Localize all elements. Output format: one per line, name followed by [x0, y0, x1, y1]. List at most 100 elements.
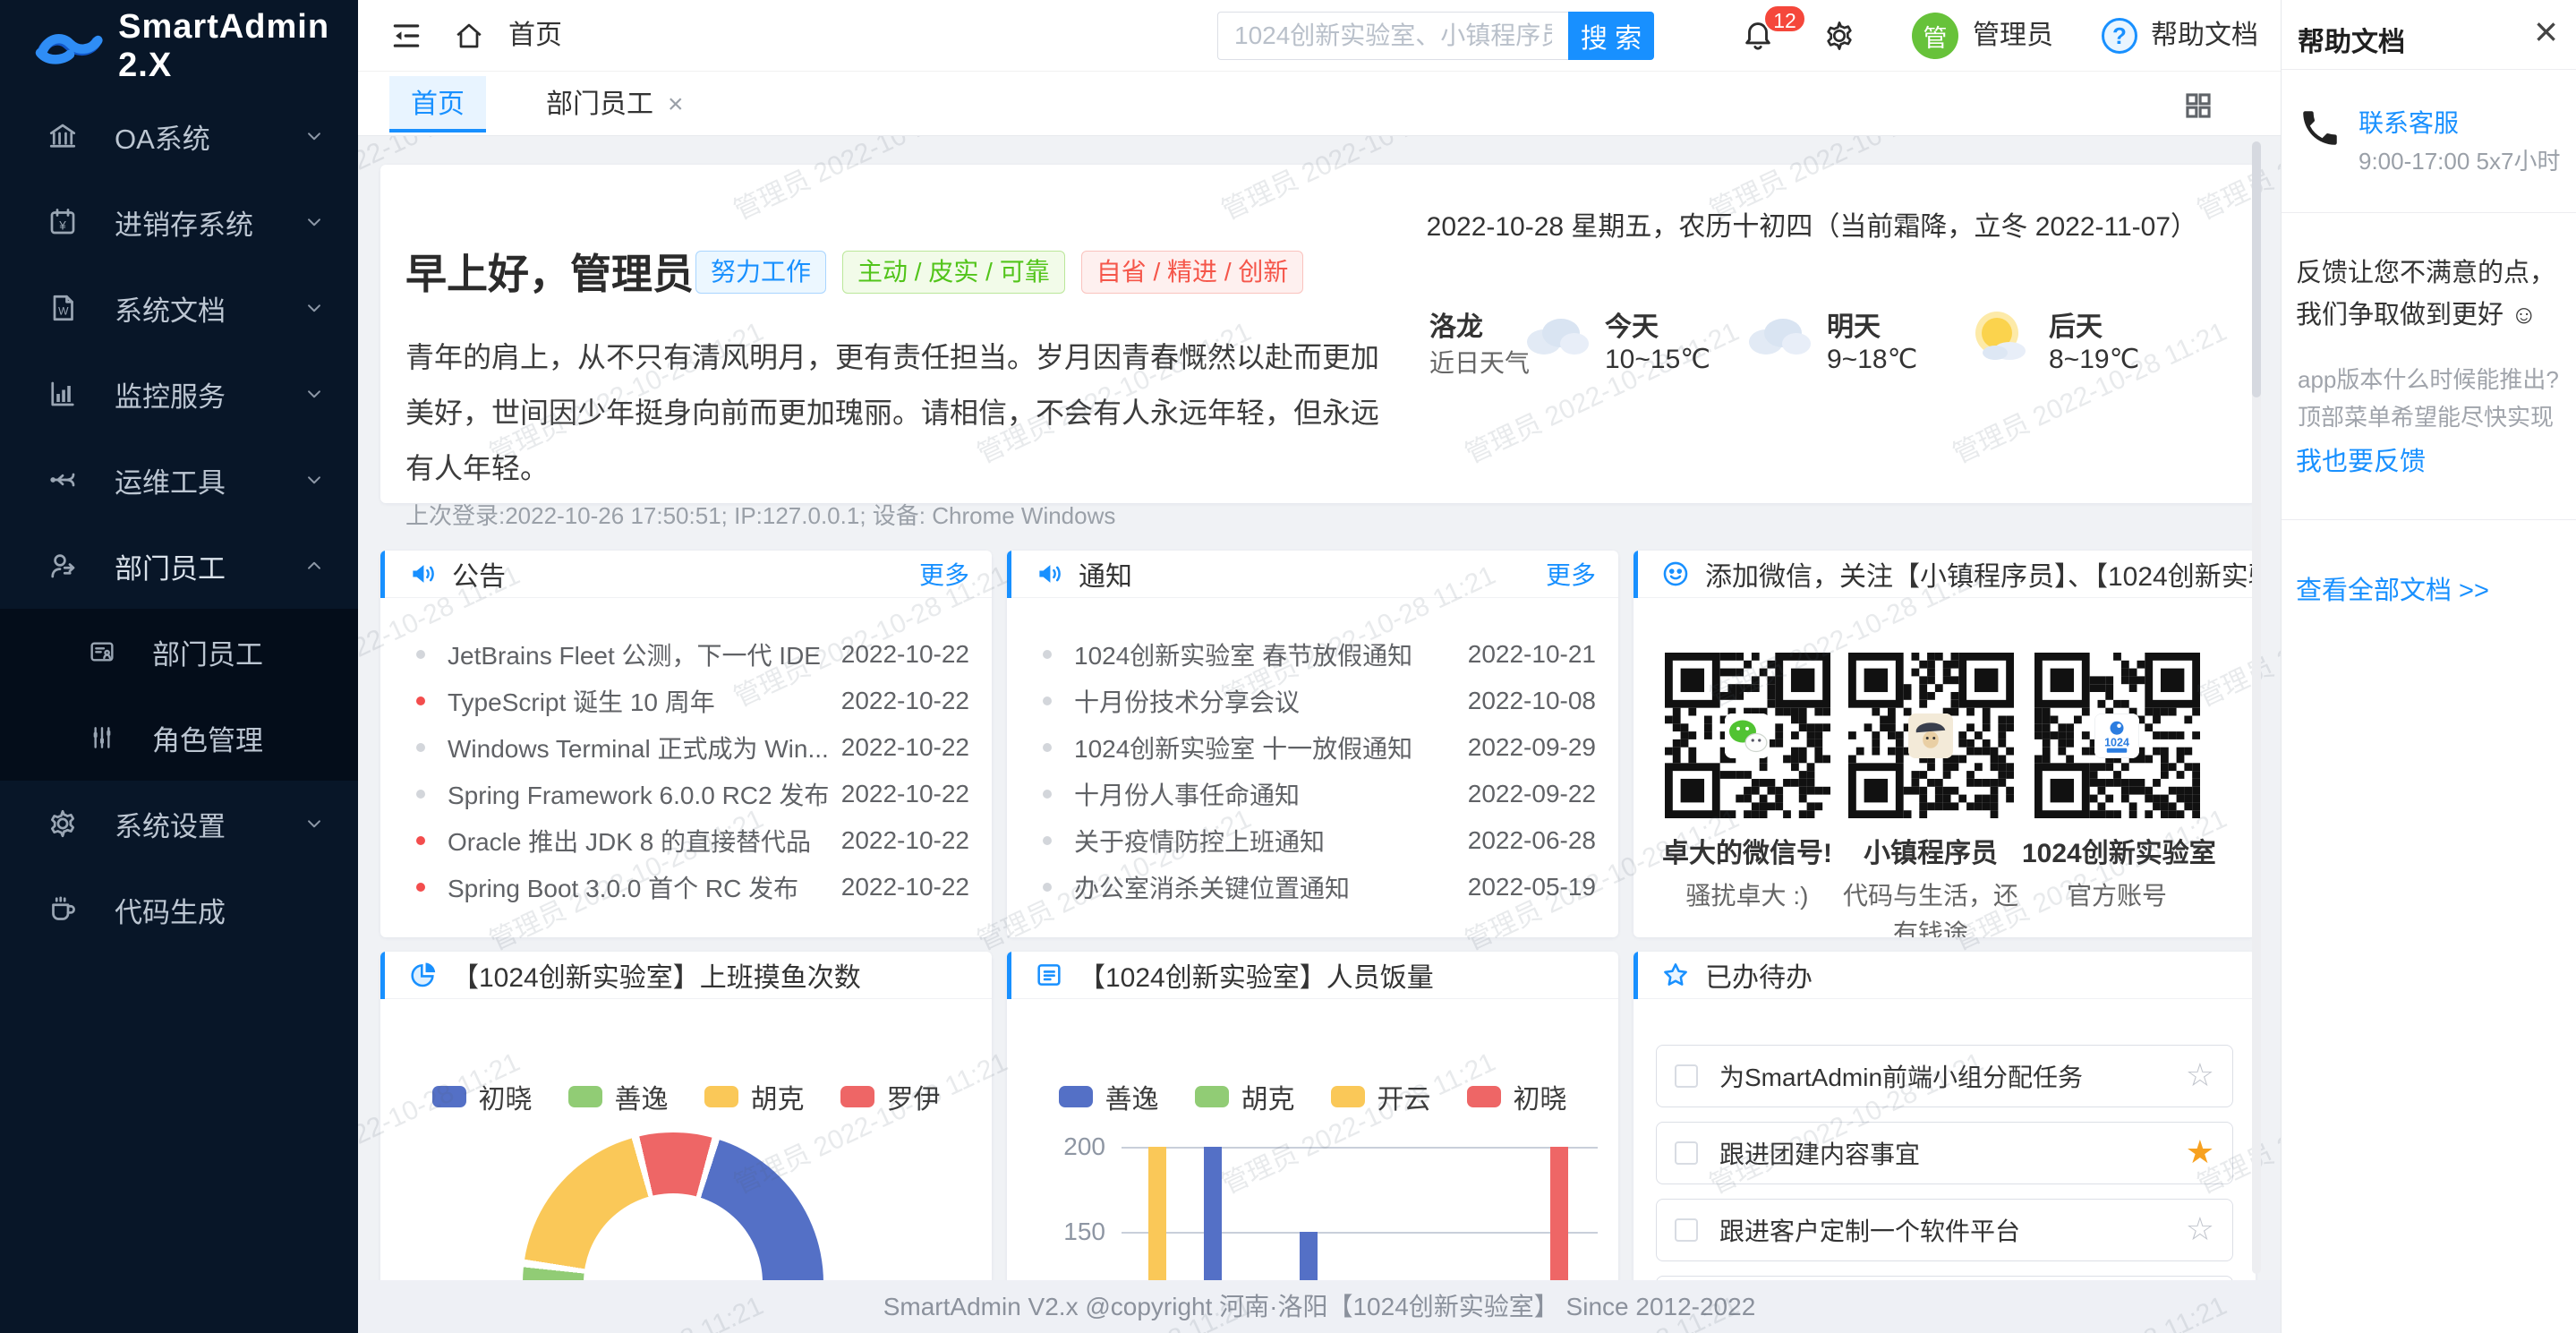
- speaker-icon: [1034, 559, 1064, 589]
- collapse-menu-icon[interactable]: [389, 19, 423, 53]
- todo-checkbox[interactable]: [1675, 1141, 1698, 1165]
- qr-code[interactable]: 1024: [2034, 653, 2200, 818]
- username[interactable]: 管理员: [1973, 0, 2053, 72]
- tab-close-icon[interactable]: ×: [668, 76, 684, 132]
- search-button[interactable]: 搜 索: [1568, 12, 1654, 60]
- legend-chip: [1331, 1086, 1365, 1107]
- more-link[interactable]: 更多: [919, 556, 969, 592]
- list-item-text[interactable]: TypeScript 诞生 10 周年: [448, 683, 831, 719]
- user-avatar[interactable]: 管: [1912, 13, 1958, 59]
- help-doc-link[interactable]: 帮助文档: [2151, 0, 2258, 72]
- sidebar-item-代码生成[interactable]: 代码生成: [0, 867, 358, 953]
- all-docs-link[interactable]: 查看全部文档 >>: [2296, 569, 2489, 607]
- weather-day-label: 明天: [1827, 304, 1881, 344]
- feedback-link[interactable]: 我也要反馈: [2296, 440, 2426, 478]
- sidebar-item-label: 部门员工: [115, 546, 226, 586]
- feedback-sample-1: app版本什么时候能推出?: [2298, 362, 2559, 395]
- notice-list: 1024创新实验室 春节放假通知2022-10-21十月份技术分享会议2022-…: [1007, 598, 1618, 910]
- ops-icon: [47, 464, 79, 496]
- tab-layout-grid-icon[interactable]: [2183, 90, 2213, 121]
- sidebar-item-label: 进销存系统: [115, 202, 253, 243]
- todo-item[interactable]: 为SmartAdmin前端小组分配任务☆: [1656, 1045, 2233, 1107]
- scrollbar-thumb[interactable]: [2252, 141, 2261, 397]
- legend-item[interactable]: 初晓: [1467, 1077, 1567, 1116]
- list-item-date: 2022-10-22: [841, 873, 969, 901]
- tab-home[interactable]: 首页: [389, 76, 486, 132]
- sidebar-item-进销存系统[interactable]: ¥进销存系统: [0, 179, 358, 265]
- list-dot: [1043, 790, 1052, 799]
- more-link[interactable]: 更多: [1546, 556, 1596, 592]
- app-logo: SmartAdmin 2.X: [0, 0, 358, 93]
- qr-code[interactable]: [1848, 653, 2014, 818]
- todo-card: 已办待办 为SmartAdmin前端小组分配任务☆跟进团建内容事宜★跟进客户定制…: [1633, 952, 2256, 1333]
- sidebar-item-系统文档[interactable]: W 系统文档: [0, 265, 358, 351]
- list-item-text[interactable]: 十月份人事任命通知: [1074, 776, 1457, 812]
- sidebar-item-系统设置[interactable]: 系统设置: [0, 781, 358, 867]
- list-item-text[interactable]: 十月份技术分享会议: [1074, 683, 1457, 719]
- list-item-text[interactable]: 1024创新实验室 春节放假通知: [1074, 637, 1457, 672]
- list-item-text[interactable]: Oracle 推出 JDK 8 的直接替代品: [448, 823, 831, 859]
- list-item-text[interactable]: Spring Framework 6.0.0 RC2 发布: [448, 776, 831, 812]
- sidebar-item-监控服务[interactable]: 监控服务: [0, 351, 358, 437]
- home-icon[interactable]: [453, 20, 485, 52]
- list-chart-icon: [1034, 960, 1064, 990]
- sidebar-item-OA系统[interactable]: OA系统: [0, 93, 358, 179]
- legend-item[interactable]: 胡克: [1195, 1077, 1295, 1116]
- list-item-text[interactable]: JetBrains Fleet 公测，下一代 IDE: [448, 637, 831, 672]
- legend-item[interactable]: 善逸: [1059, 1077, 1159, 1116]
- qr-column: 10241024创新实验室官方账号: [2022, 653, 2212, 915]
- legend-item[interactable]: 开云: [1331, 1077, 1431, 1116]
- list-dot: [416, 696, 425, 705]
- sidebar-item-label: 系统文档: [115, 288, 226, 329]
- todo-item[interactable]: 跟进团建内容事宜 ★: [1656, 1122, 2233, 1184]
- legend-label: 善逸: [615, 1077, 669, 1116]
- star-filled-icon[interactable]: ★: [2186, 1137, 2214, 1169]
- todo-item[interactable]: 跟进客户定制一个软件平台☆: [1656, 1199, 2233, 1261]
- card-title: 【1024创新实验室】上班摸鱼次数: [452, 955, 861, 995]
- list-item: JetBrains Fleet 公测，下一代 IDE2022-10-22: [380, 631, 992, 678]
- legend-item[interactable]: 善逸: [568, 1077, 669, 1116]
- legend-chip: [1467, 1086, 1501, 1107]
- settings-gear-icon[interactable]: [1822, 19, 1856, 53]
- list-item-text[interactable]: 1024创新实验室 十一放假通知: [1074, 730, 1457, 765]
- y-axis-tick: 200: [1043, 1132, 1105, 1161]
- star-outline-icon[interactable]: ☆: [2186, 1214, 2214, 1246]
- list-item-text[interactable]: Spring Boot 3.0.0 首个 RC 发布: [448, 869, 831, 905]
- doc-icon: W: [47, 292, 79, 324]
- sidebar-item-部门员工[interactable]: 部门员工: [0, 523, 358, 609]
- todo-checkbox[interactable]: [1675, 1218, 1698, 1242]
- list-item-text[interactable]: Windows Terminal 正式成为 Win...: [448, 730, 831, 765]
- avatar-logo: [1908, 713, 1953, 758]
- gear-icon: [47, 807, 79, 840]
- list-item: 十月份技术分享会议2022-10-08: [1007, 678, 1618, 724]
- todo-checkbox[interactable]: [1675, 1064, 1698, 1088]
- smartadmin-logo-icon: [34, 18, 106, 75]
- chevron-down-icon: [303, 812, 326, 835]
- list-item-text[interactable]: 办公室消杀关键位置通知: [1074, 869, 1457, 905]
- legend-item[interactable]: 罗伊: [840, 1077, 941, 1116]
- list-item-text[interactable]: 关于疫情防控上班通知: [1074, 823, 1457, 859]
- breadcrumb[interactable]: 首页: [508, 0, 562, 72]
- legend-chip: [704, 1086, 738, 1107]
- list-item: TypeScript 诞生 10 周年2022-10-22: [380, 678, 992, 724]
- contact-support-link[interactable]: 联系客服: [2358, 104, 2459, 140]
- star-outline-icon[interactable]: ☆: [2186, 1060, 2214, 1092]
- meal-chart-card: 【1024创新实验室】人员饭量 善逸胡克开云初晓 200 150: [1007, 952, 1618, 1333]
- chevron-down-icon: [303, 210, 326, 234]
- qr-code[interactable]: [1665, 653, 1830, 818]
- weather-day-temp: 9~18℃: [1827, 344, 1917, 375]
- legend-item[interactable]: 初晓: [432, 1077, 533, 1116]
- list-item: 1024创新实验室 春节放假通知2022-10-21: [1007, 631, 1618, 678]
- tab-department[interactable]: 部门员工 ×: [526, 76, 704, 132]
- sidebar-subitem-部门员工[interactable]: 部门员工: [0, 609, 358, 695]
- todo-item-label: 跟进团建内容事宜: [1719, 1135, 1920, 1171]
- list-dot: [416, 743, 425, 752]
- help-question-icon[interactable]: ?: [2102, 18, 2137, 54]
- sidebar-item-运维工具[interactable]: 运维工具: [0, 437, 358, 523]
- greeting-paragraph: 青年的肩上，从不只有清风明月，更有责任担当。岁月因青春慨然以赴而更加美好，世间因…: [405, 329, 1390, 496]
- search-input[interactable]: [1217, 12, 1568, 60]
- sidebar-subitem-角色管理[interactable]: 角色管理: [0, 695, 358, 781]
- close-icon[interactable]: ×: [2534, 7, 2558, 56]
- sidebar-item-label: 系统设置: [115, 804, 226, 844]
- legend-item[interactable]: 胡克: [704, 1077, 805, 1116]
